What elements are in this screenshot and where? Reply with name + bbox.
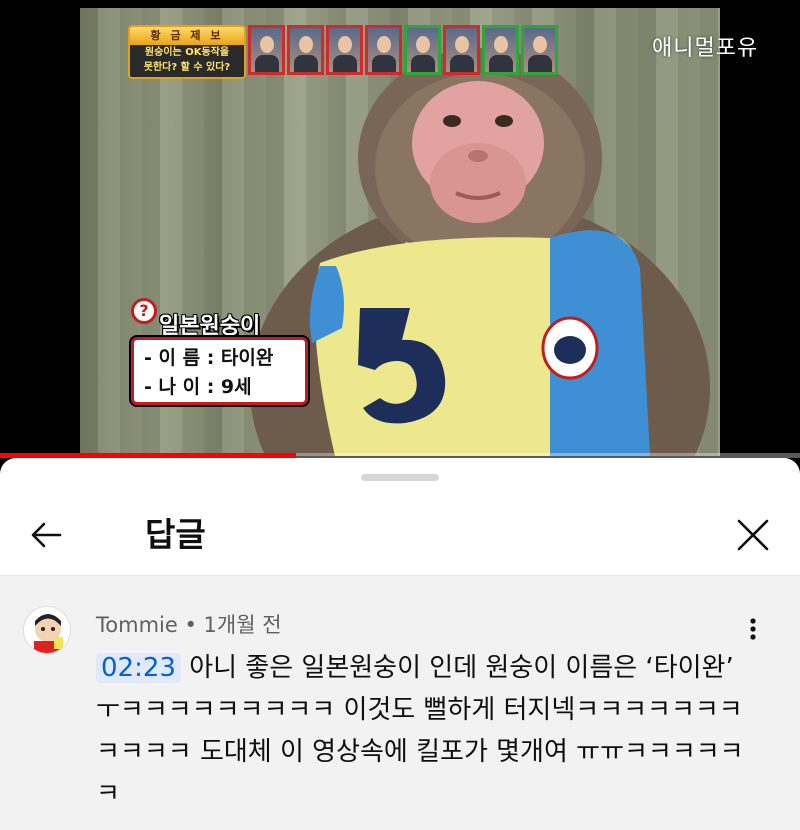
program-question-line2: 못한다? 할 수 있다? xyxy=(143,62,231,73)
panel-thumb-3 xyxy=(326,25,363,75)
avatar[interactable] xyxy=(23,606,71,654)
drag-handle[interactable] xyxy=(361,474,439,481)
caption-name-line: - 이 름 : 타이완 xyxy=(144,347,274,369)
sheet-header: 답글 xyxy=(0,494,800,574)
comment-item: Tommie • 1개월 전 02:23 아니 좋은 일본원숭이 인데 원숭이 … xyxy=(0,576,800,830)
panel-thumb-8 xyxy=(521,25,558,75)
timestamp-link[interactable]: 02:23 xyxy=(96,653,181,683)
caption-species: 일본원숭이 xyxy=(159,314,261,339)
panel-thumb-5 xyxy=(404,25,441,75)
panel-thumb-2 xyxy=(287,25,324,75)
panel-thumb-1 xyxy=(248,25,285,75)
caption-age-line: - 나 이 : 9세 xyxy=(144,376,252,398)
video-player[interactable]: 애니멀포유 황 금 제 보 원숭이는 OK동작을 못한다? 할 수 있다? ? … xyxy=(0,0,800,458)
comment-time: 1개월 전 xyxy=(203,613,282,637)
channel-watermark: 애니멀포유 xyxy=(652,36,759,61)
comment-author[interactable]: Tommie xyxy=(96,613,178,637)
panel-thumb-7 xyxy=(482,25,519,75)
panel-thumb-6 xyxy=(443,25,480,75)
panel-thumbnails xyxy=(248,25,558,75)
sheet-title: 답글 xyxy=(145,515,206,554)
program-title-box: 황 금 제 보 원숭이는 OK동작을 못한다? 할 수 있다? xyxy=(128,25,246,79)
comment-body: 02:23 아니 좋은 일본원숭이 인데 원숭이 이름은 ‘타이완’ ㅜㅋㅋㅋㅋ… xyxy=(96,647,756,815)
arrow-left-icon[interactable] xyxy=(22,510,72,560)
comment-meta: Tommie • 1개월 전 xyxy=(96,609,282,639)
program-question-line1: 원숭이는 OK동작을 xyxy=(144,47,230,58)
more-vert-icon[interactable] xyxy=(740,609,766,649)
question-icon: ? xyxy=(131,298,157,324)
panel-thumb-4 xyxy=(365,25,402,75)
program-title: 황 금 제 보 xyxy=(130,27,244,45)
meta-separator: • xyxy=(177,613,204,637)
caption-box: - 이 름 : 타이완 - 나 이 : 9세 xyxy=(131,337,308,405)
comment-text: 아니 좋은 일본원숭이 인데 원숭이 이름은 ‘타이완’ ㅜㅋㅋㅋㅋㅋㅋㅋㅋㅋ … xyxy=(96,653,744,809)
close-icon[interactable] xyxy=(728,510,778,560)
replies-sheet: 답글 Tommie • 1개월 전 02:23 아니 좋은 일본원숭이 인데 원… xyxy=(0,458,800,830)
